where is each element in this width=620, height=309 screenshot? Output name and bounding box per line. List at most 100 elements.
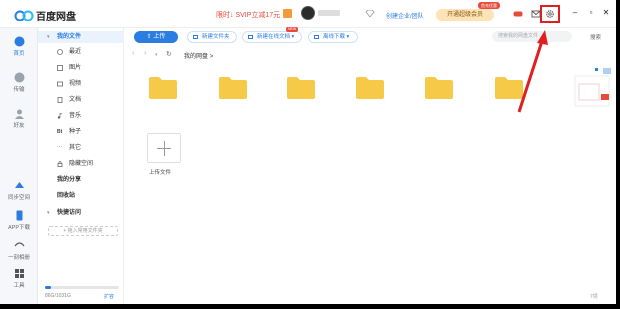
tools-icon — [14, 269, 24, 278]
breadcrumb-current[interactable]: 我的网盘 > — [184, 51, 213, 60]
sidebar-label: 图片 — [69, 65, 82, 71]
upload-button[interactable]: ⇧ 上传 — [134, 31, 178, 43]
download-icon — [314, 35, 319, 39]
minimize-icon[interactable]: – — [570, 8, 580, 18]
sidebar-item-hidden-space[interactable]: 隐藏空间 — [38, 158, 124, 170]
more-icon: ··· — [57, 144, 62, 150]
rail-tools[interactable]: 工具 — [0, 268, 38, 289]
upload-label: 上传 — [153, 34, 166, 40]
new-folder-label: 新建文件夹 — [202, 34, 230, 40]
plus-icon-vertical — [164, 141, 165, 156]
search-button[interactable]: 搜索 — [590, 33, 601, 41]
folder-icon[interactable] — [218, 76, 248, 100]
sidebar-item-other[interactable]: ··· 其它 — [38, 142, 124, 154]
new-folder-button[interactable]: 新建文件夹 — [187, 31, 237, 43]
rail-label: 同步空间 — [7, 195, 30, 201]
history-dropdown-icon[interactable]: ▾ — [155, 52, 158, 58]
sidebar: ▾ 我的文件 最近 图片 视频 文档 音乐 Bt 种子 ··· 其它 隐藏空间 … — [38, 28, 124, 304]
rail-label: 好友 — [13, 123, 25, 129]
rail-sync[interactable]: 同步空间 — [0, 180, 38, 201]
rail-app-download[interactable]: APP下载 — [0, 210, 38, 231]
new-online-doc-button[interactable]: 新建在线文档 ▾ — [242, 31, 302, 43]
sidebar-item-quick-access[interactable]: ▾ 快捷访问 — [38, 207, 124, 219]
maximize-icon[interactable]: ▫ — [586, 8, 596, 18]
storage-bar-fill — [45, 286, 52, 289]
main-content: ⇧ 上传 新建文件夹 新建在线文档 ▾ NEW 离线下载 ▾ 搜索我的网盘文件 … — [124, 27, 616, 304]
toolbar: ⇧ 上传 新建文件夹 新建在线文档 ▾ NEW 离线下载 ▾ 搜索我的网盘文件 … — [124, 27, 616, 46]
close-icon[interactable]: ✕ — [601, 8, 611, 18]
sidebar-label: 音乐 — [69, 113, 82, 119]
folder-icon[interactable] — [148, 76, 178, 100]
refresh-icon[interactable]: ↻ — [166, 50, 172, 58]
sidebar-label: 视频 — [69, 81, 82, 87]
album-icon — [14, 242, 24, 247]
sidebar-label: 我的分享 — [57, 177, 82, 183]
gear-icon[interactable] — [545, 9, 555, 19]
expand-storage-link[interactable]: 扩容 — [104, 293, 114, 300]
username-redacted[interactable] — [318, 10, 340, 16]
sidebar-label: 隐藏空间 — [69, 161, 94, 167]
friends-icon — [14, 109, 24, 119]
sidebar-item-videos[interactable]: 视频 — [38, 78, 124, 90]
folder-icon[interactable] — [355, 76, 385, 100]
sidebar-label: 回收站 — [57, 193, 76, 199]
folder-plus-icon — [193, 35, 198, 39]
sidebar-item-documents[interactable]: 文档 — [38, 94, 124, 106]
sidebar-item-images[interactable]: 图片 — [38, 62, 124, 74]
sidebar-label: 我的文件 — [57, 34, 82, 40]
rail-friends[interactable]: 好友 — [0, 108, 38, 129]
document-plus-icon — [248, 35, 253, 39]
create-enterprise-link[interactable]: 创建企业/团队 — [386, 11, 424, 20]
search-input[interactable]: 搜索我的网盘文件 — [492, 31, 572, 42]
folder-icon[interactable] — [494, 76, 524, 100]
breadcrumb-label: 我的网盘 — [184, 54, 209, 60]
vip-badge: 首充优惠 — [478, 2, 500, 9]
sidebar-label: 文档 — [69, 97, 82, 103]
rail-label: 传输 — [13, 87, 25, 93]
add-quick-access-dropzone[interactable]: + 拖入常用文件夹 — [48, 226, 118, 236]
sidebar-item-my-share[interactable]: 我的分享 — [38, 174, 124, 186]
title-bar: 百度网盘 限时↓ SVIP立减17元 创建企业/团队 开通超级会员 首充优惠 –… — [0, 0, 616, 28]
offline-download-label: 离线下载 — [323, 34, 346, 40]
storage-usage-text: 86G/1031G — [45, 293, 71, 299]
chevron-down-icon: ▾ — [47, 210, 50, 216]
sidebar-item-music[interactable]: 音乐 — [38, 110, 124, 122]
music-icon — [57, 113, 63, 119]
transfer-icon — [14, 72, 24, 83]
home-icon — [14, 36, 24, 47]
sidebar-item-my-files[interactable]: ▾ 我的文件 — [38, 31, 124, 43]
vip-button[interactable]: 开通超级会员 — [436, 9, 494, 21]
sidebar-item-torrents[interactable]: Bt 种子 — [38, 126, 124, 138]
folder-icon[interactable] — [424, 76, 454, 100]
folder-icon[interactable] — [286, 76, 316, 100]
upload-file-label: 上传文件 — [149, 170, 172, 176]
back-icon[interactable]: ‹ — [132, 50, 134, 57]
storage-bar — [45, 286, 119, 289]
gift-icon[interactable] — [283, 9, 292, 18]
sidebar-label: 最近 — [69, 49, 82, 55]
sidebar-item-recycle-bin[interactable]: 回收站 — [38, 190, 124, 202]
svip-promo-link[interactable]: 限时↓ SVIP立减17元 — [216, 10, 280, 20]
sync-icon — [14, 182, 24, 188]
baidu-netdisk-logo — [14, 10, 34, 21]
offline-download-button[interactable]: 离线下载 ▾ — [308, 31, 358, 43]
rail-album[interactable]: 一刻相册 — [0, 240, 38, 261]
lock-icon — [57, 161, 63, 167]
rail-home[interactable]: 首页 — [0, 36, 38, 57]
rail-label: 一刻相册 — [7, 255, 30, 261]
breadcrumb-separator: > — [209, 54, 214, 60]
diamond-icon[interactable] — [365, 10, 375, 17]
file-preview-illustration — [574, 68, 611, 107]
chevron-down-icon: ▾ — [47, 34, 50, 40]
sidebar-item-recent[interactable]: 最近 — [38, 46, 124, 58]
left-rail: 首页 传输 好友 同步空间 APP下载 一刻相册 工具 — [0, 28, 38, 304]
upload-file-tile[interactable] — [147, 133, 181, 163]
new-online-doc-label: 新建在线文档 — [257, 34, 291, 40]
bt-icon: Bt — [57, 129, 63, 135]
avatar[interactable] — [301, 6, 315, 20]
forward-icon[interactable]: › — [144, 50, 146, 57]
rail-transfer[interactable]: 传输 — [0, 72, 38, 93]
app-title: 百度网盘 — [36, 12, 76, 23]
game-icon[interactable] — [513, 9, 523, 19]
breadcrumb: ‹ › ▾ ↻ 我的网盘 > — [124, 48, 616, 62]
